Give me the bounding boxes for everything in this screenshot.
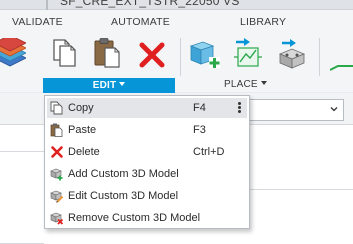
panel-divider — [250, 189, 353, 190]
copy-tool-button[interactable] — [52, 38, 78, 68]
delete-tool-button[interactable] — [139, 42, 165, 68]
place-3d-body-icon — [278, 39, 306, 69]
menu-item-shortcut: F3 — [193, 124, 206, 136]
menu-item-shortcut: Ctrl+D — [193, 146, 225, 158]
menu-item-label: Paste — [68, 124, 97, 136]
menu-item-copy[interactable]: Copy F4 — [47, 98, 247, 118]
add-3d-model-tool-button[interactable] — [187, 40, 221, 70]
more-options-icon[interactable] — [236, 101, 242, 115]
edit-context-menu: Copy F4 Paste F3 Delete Ctrl+D Add Custo… — [44, 95, 250, 229]
menu-item-label: Delete — [68, 146, 100, 158]
route-icon — [330, 65, 353, 71]
place-component-icon — [234, 38, 262, 67]
chevron-down-icon — [260, 81, 267, 86]
route-tool-button[interactable] — [330, 58, 353, 72]
paste-icon — [50, 123, 63, 137]
title-tab-edge — [46, 0, 48, 10]
copy-icon — [53, 39, 76, 67]
ribbon: VALIDATE AUTOMATE LIBRARY EDIT PLACE — [0, 10, 353, 93]
edit-group-bar[interactable]: EDIT — [43, 78, 175, 93]
layers-icon[interactable] — [0, 38, 26, 68]
edit-group-label: EDIT — [92, 80, 117, 91]
menu-item-paste[interactable]: Paste F3 — [47, 120, 247, 140]
selection-dropdown[interactable] — [246, 99, 344, 121]
chevron-down-icon — [330, 107, 338, 112]
edit-custom-3d-model-icon — [50, 190, 64, 203]
add-3d-model-icon — [189, 41, 220, 68]
copy-icon — [50, 101, 63, 115]
ribbon-tab-row: VALIDATE AUTOMATE LIBRARY — [0, 16, 353, 30]
ribbon-separator — [180, 38, 181, 76]
app-window: SF_CRE_EXT_TSTR_22050 VS VALIDATE AUTOMA… — [0, 0, 353, 244]
delete-icon — [51, 146, 63, 158]
tab-automate[interactable]: AUTOMATE — [111, 16, 170, 28]
menu-item-add-custom-3d-model[interactable]: Add Custom 3D Model — [47, 164, 247, 184]
chevron-down-icon — [119, 82, 126, 87]
menu-item-label: Add Custom 3D Model — [68, 168, 179, 180]
menu-item-edit-custom-3d-model[interactable]: Edit Custom 3D Model — [47, 186, 247, 206]
menu-item-label: Remove Custom 3D Model — [68, 212, 201, 224]
place-3d-body-tool-button[interactable] — [276, 38, 310, 70]
ribbon-separator — [319, 38, 320, 76]
menu-item-label: Edit Custom 3D Model — [68, 190, 179, 202]
add-custom-3d-model-icon — [50, 168, 63, 181]
remove-custom-3d-model-icon — [50, 212, 64, 225]
paste-tool-button[interactable] — [94, 38, 122, 68]
paste-icon — [94, 38, 120, 68]
document-title: SF_CRE_EXT_TSTR_22050 VS — [60, 0, 240, 8]
place-component-tool-button[interactable] — [232, 38, 266, 70]
place-group-text: PLACE — [224, 79, 258, 90]
delete-icon — [139, 42, 165, 68]
tab-library[interactable]: LIBRARY — [240, 16, 286, 28]
menu-item-remove-custom-3d-model[interactable]: Remove Custom 3D Model — [47, 208, 247, 228]
tab-validate[interactable]: VALIDATE — [12, 16, 63, 28]
place-group-label[interactable]: PLACE — [224, 79, 267, 90]
title-bar: SF_CRE_EXT_TSTR_22050 VS — [0, 0, 353, 10]
menu-item-delete[interactable]: Delete Ctrl+D — [47, 142, 247, 162]
menu-item-label: Copy — [68, 102, 94, 114]
panel-divider — [0, 151, 44, 152]
menu-item-shortcut: F4 — [193, 102, 206, 114]
